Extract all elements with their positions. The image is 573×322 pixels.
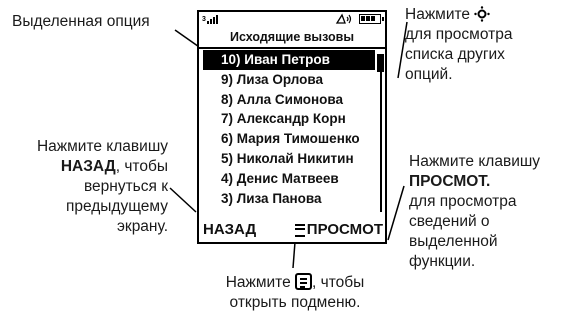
annotation-view: Нажмите клавишу ПРОСМОТ. для просмотра с… <box>409 152 573 272</box>
annotation-nav-press: Нажмите <box>405 6 471 23</box>
annotation-back-line: вернуться к <box>83 178 168 195</box>
ringer-icon <box>335 13 353 28</box>
status-bar: 3 <box>199 12 385 28</box>
svg-text:3: 3 <box>202 16 206 23</box>
list-item[interactable]: 3) Лиза Панова <box>203 189 375 209</box>
leader-menu <box>292 241 296 269</box>
annotation-back-line: предыдущему <box>65 198 168 215</box>
annotation-view-key: ПРОСМОТ. <box>409 173 491 190</box>
phone-screen: 3 Исходящие вызовы 10) Иван Петров 9) Ли… <box>197 10 387 244</box>
signal-icon: 3 <box>202 13 224 28</box>
annotation-view-line: выделенной <box>409 233 498 250</box>
annotation-view-press: Нажмите клавишу <box>409 153 541 170</box>
leader-view <box>387 185 405 241</box>
annotation-highlighted-option: Выделенная опция <box>12 13 150 30</box>
annotation-back-tail: , чтобы <box>115 158 168 175</box>
scrollbar-thumb[interactable] <box>377 54 384 72</box>
call-list: 10) Иван Петров 9) Лиза Орлова 8) Алла С… <box>203 50 375 208</box>
list-item[interactable]: 4) Денис Матвеев <box>203 169 375 189</box>
annotation-view-line: сведений о <box>409 213 490 230</box>
annotation-view-line: для просмотра <box>409 193 517 210</box>
view-softkey-label: ПРОСМОТ <box>306 221 383 238</box>
list-item-selected[interactable]: 10) Иван Петров <box>203 50 375 70</box>
annotation-nav-line: для просмотра <box>405 26 513 43</box>
annotation-menu-press: Нажмите <box>225 274 291 291</box>
annotation-back-line: экрану. <box>117 218 168 235</box>
leader-back <box>169 187 197 213</box>
list-item[interactable]: 5) Николай Никитин <box>203 149 375 169</box>
view-softkey[interactable]: ПРОСМОТ <box>294 218 383 242</box>
nav-key-icon <box>474 6 491 22</box>
list-item[interactable]: 7) Александр Корн <box>203 109 375 129</box>
annotation-nav: Нажмите для просмотра списка других опци… <box>405 5 573 85</box>
annotation-menu-line2: открыть подменю. <box>229 294 361 311</box>
list-item[interactable]: 6) Мария Тимошенко <box>203 129 375 149</box>
annotation-back: Нажмите клавишу НАЗАД, чтобы вернуться к… <box>0 137 168 237</box>
annotation-menu: Нажмите , чтобы открыть подменю. <box>200 273 390 313</box>
annotation-back-key: НАЗАД <box>60 158 116 175</box>
scrollbar-track[interactable] <box>380 72 382 212</box>
back-softkey[interactable]: НАЗАД <box>203 218 256 242</box>
annotation-nav-line: списка других <box>405 46 505 63</box>
battery-icon <box>359 14 384 24</box>
softkey-bar: НАЗАД ПРОСМОТ <box>199 218 385 242</box>
list-item[interactable]: 8) Алла Симонова <box>203 90 375 110</box>
menu-icon <box>294 223 305 237</box>
annotation-view-line: функции. <box>409 253 476 270</box>
annotation-nav-line: опций. <box>405 66 453 83</box>
annotation-menu-tail: , чтобы <box>312 274 365 291</box>
annotation-back-press: Нажмите клавишу <box>36 138 168 155</box>
list-item[interactable]: 9) Лиза Орлова <box>203 70 375 90</box>
screen-title: Исходящие вызовы <box>199 28 385 49</box>
menu-key-icon <box>295 273 313 290</box>
